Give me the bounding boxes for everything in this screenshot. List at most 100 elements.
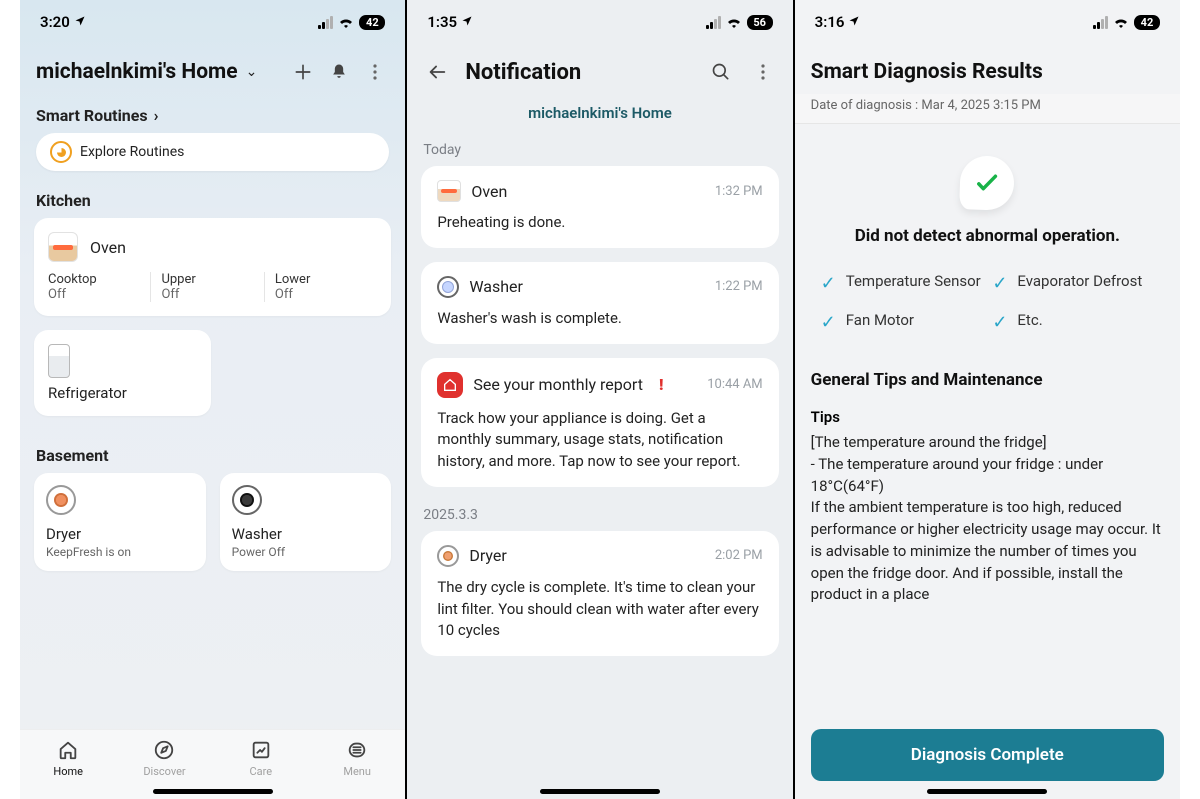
notification-monthly-report[interactable]: See your monthly report ! 10:44 AM Track… bbox=[421, 358, 778, 487]
home-selector[interactable]: michaelnkimi's Home bbox=[407, 100, 792, 136]
home-indicator[interactable] bbox=[540, 789, 660, 794]
home-title[interactable]: michaelnkimi's Home bbox=[36, 60, 238, 84]
notif-body: Preheating is done. bbox=[437, 212, 762, 234]
wifi-icon bbox=[338, 16, 354, 28]
success-check-icon bbox=[959, 155, 1015, 211]
notif-body: Washer's wash is complete. bbox=[437, 308, 762, 330]
compass-icon bbox=[153, 739, 175, 761]
diagnosis-complete-button[interactable]: Diagnosis Complete bbox=[811, 729, 1164, 781]
dryer-icon bbox=[46, 485, 76, 515]
status-time: 3:20 bbox=[40, 13, 86, 31]
refrigerator-card[interactable]: Refrigerator bbox=[34, 330, 211, 416]
chevron-down-icon[interactable]: ⌄ bbox=[246, 64, 258, 80]
oven-name: Oven bbox=[90, 238, 126, 257]
home-indicator[interactable] bbox=[153, 789, 273, 794]
clock-text: 3:16 bbox=[815, 13, 845, 31]
oven-icon bbox=[48, 232, 78, 262]
fridge-icon bbox=[48, 344, 70, 378]
dryer-card[interactable]: Dryer KeepFresh is on bbox=[34, 473, 206, 571]
notif-body: Track how your appliance is doing. Get a… bbox=[437, 408, 762, 473]
phone-home-screen: 3:20 42 michaelnkimi's Home ⌄ bbox=[20, 0, 405, 799]
location-icon bbox=[74, 13, 86, 31]
notification-header: Notification bbox=[407, 44, 792, 100]
dryer-icon bbox=[437, 545, 459, 567]
wifi-icon bbox=[726, 16, 742, 28]
notification-washer[interactable]: Washer 1:22 PM Washer's wash is complete… bbox=[421, 262, 778, 344]
notification-oven[interactable]: Oven 1:32 PM Preheating is done. bbox=[421, 166, 778, 248]
status-bar: 3:16 42 bbox=[795, 0, 1180, 44]
report-icon bbox=[250, 739, 272, 761]
oven-col3-state: Off bbox=[275, 287, 367, 302]
location-icon bbox=[461, 13, 473, 31]
clock-text: 3:20 bbox=[40, 13, 70, 31]
notif-title: Oven bbox=[471, 182, 507, 201]
cellular-signal-icon bbox=[1093, 16, 1108, 29]
nav-home[interactable]: Home bbox=[20, 730, 116, 787]
nav-care-label: Care bbox=[250, 765, 273, 778]
page-title: Notification bbox=[465, 60, 581, 85]
battery-indicator: 42 bbox=[359, 15, 385, 30]
dryer-name: Dryer bbox=[46, 525, 194, 543]
oven-col1-label: Cooktop bbox=[48, 272, 140, 287]
oven-col1-state: Off bbox=[48, 287, 140, 302]
nav-discover-label: Discover bbox=[143, 765, 185, 778]
home-indicator[interactable] bbox=[927, 789, 1047, 794]
bell-icon[interactable] bbox=[325, 58, 353, 86]
washer-card[interactable]: Washer Power Off bbox=[220, 473, 392, 571]
diagnosis-date: Date of diagnosis : Mar 4, 2025 3:15 PM bbox=[795, 94, 1180, 124]
clock-text: 1:35 bbox=[427, 13, 457, 31]
washer-icon bbox=[232, 485, 262, 515]
smart-routines-label: Smart Routines bbox=[36, 106, 148, 125]
nav-menu[interactable]: Menu bbox=[309, 730, 405, 787]
oven-col2-state: Off bbox=[161, 287, 253, 302]
check-label: Temperature Sensor bbox=[846, 272, 981, 290]
nav-menu-label: Menu bbox=[343, 765, 371, 778]
chevron-right-icon: › bbox=[154, 106, 159, 125]
add-button[interactable] bbox=[289, 58, 317, 86]
washer-name: Washer bbox=[232, 525, 380, 543]
check-fan-motor: ✓ Fan Motor bbox=[821, 311, 983, 332]
back-button[interactable] bbox=[423, 58, 451, 86]
check-label: Fan Motor bbox=[846, 311, 914, 329]
oven-col2-label: Upper bbox=[161, 272, 253, 287]
check-etc: ✓ Etc. bbox=[992, 311, 1154, 332]
check-icon: ✓ bbox=[821, 275, 836, 293]
more-icon[interactable] bbox=[749, 58, 777, 86]
oven-card[interactable]: Oven CooktopOff UpperOff LowerOff bbox=[34, 218, 391, 316]
oven-icon bbox=[437, 180, 461, 202]
tips-header: General Tips and Maintenance bbox=[811, 370, 1164, 390]
alert-icon: ! bbox=[659, 375, 663, 394]
refrigerator-name: Refrigerator bbox=[48, 384, 197, 402]
check-icon: ✓ bbox=[992, 275, 1007, 293]
notif-title: Dryer bbox=[469, 546, 506, 565]
phone-diagnosis-screen: 3:16 42 Smart Diagnosis Results Date of … bbox=[793, 0, 1180, 799]
battery-indicator: 56 bbox=[747, 15, 773, 30]
group-today-label: Today bbox=[407, 136, 792, 166]
home-icon bbox=[57, 739, 79, 761]
washer-icon bbox=[437, 276, 459, 298]
cellular-signal-icon bbox=[318, 16, 333, 29]
status-bar: 3:20 42 bbox=[20, 0, 405, 44]
tips-body: [The temperature around the fridge] - Th… bbox=[811, 432, 1164, 606]
diagnosis-checks: ✓ Temperature Sensor ✓ Evaporator Defros… bbox=[811, 272, 1164, 362]
page-title: Smart Diagnosis Results bbox=[795, 44, 1180, 94]
explore-routines-label: Explore Routines bbox=[80, 144, 184, 160]
dryer-status: KeepFresh is on bbox=[46, 545, 194, 559]
cellular-signal-icon bbox=[706, 16, 721, 29]
search-button[interactable] bbox=[707, 58, 735, 86]
check-icon: ✓ bbox=[821, 314, 836, 332]
tips-subheader: Tips bbox=[811, 408, 1164, 426]
more-icon[interactable] bbox=[361, 58, 389, 86]
notif-time: 1:22 PM bbox=[715, 279, 763, 294]
status-bar: 1:35 56 bbox=[407, 0, 792, 44]
smart-routines-header[interactable]: Smart Routines › bbox=[20, 96, 405, 133]
nav-home-label: Home bbox=[53, 765, 83, 778]
nav-discover[interactable]: Discover bbox=[116, 730, 212, 787]
check-label: Etc. bbox=[1017, 311, 1042, 329]
nav-care[interactable]: Care bbox=[213, 730, 309, 787]
notification-dryer[interactable]: Dryer 2:02 PM The dry cycle is complete.… bbox=[421, 531, 778, 656]
phone-notifications-screen: 1:35 56 Notification bbox=[405, 0, 792, 799]
washer-status: Power Off bbox=[232, 545, 380, 559]
explore-routines-button[interactable]: Explore Routines bbox=[36, 133, 389, 171]
notif-title: Washer bbox=[469, 277, 523, 296]
